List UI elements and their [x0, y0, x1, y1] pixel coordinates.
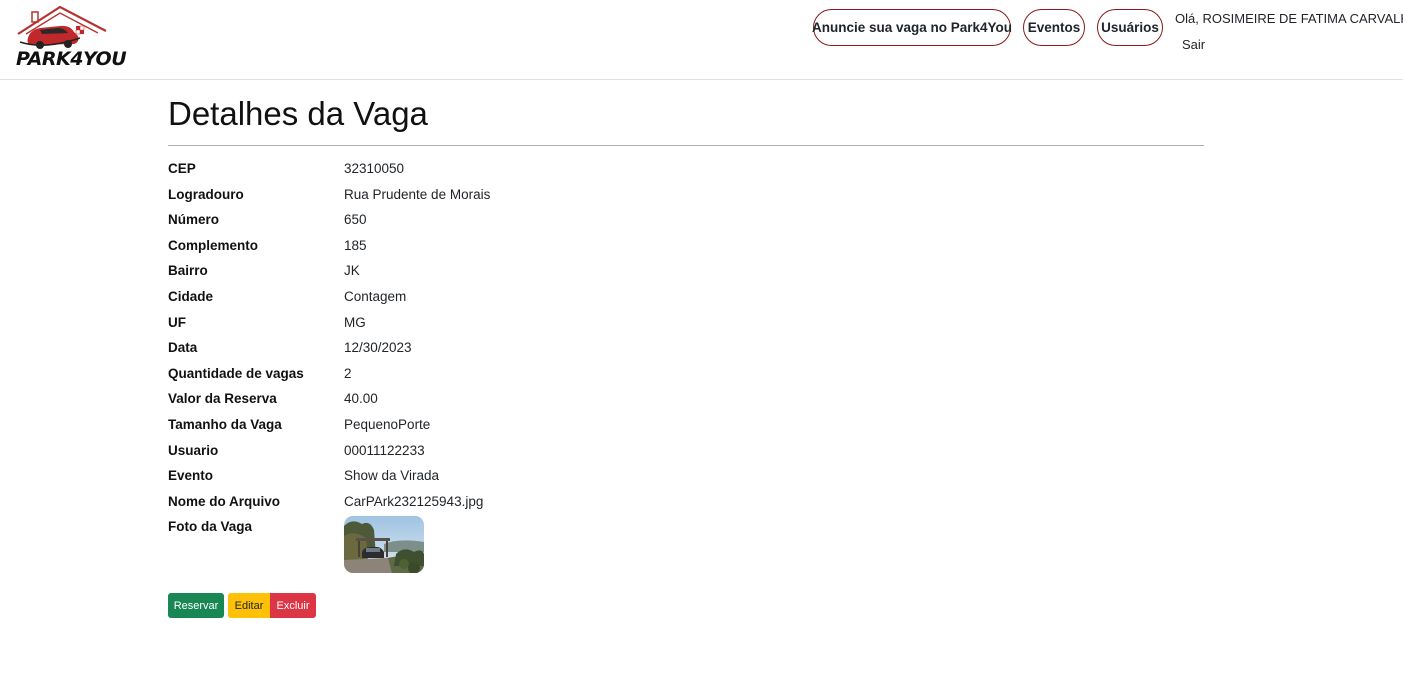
detail-row-evento: Evento Show da Virada [168, 466, 1204, 492]
detail-row-quantidade: Quantidade de vagas 2 [168, 364, 1204, 390]
detail-label: CEP [168, 161, 196, 176]
detail-label: Tamanho da Vaga [168, 416, 282, 432]
detail-value: CarPArk232125943.jpg [344, 493, 484, 509]
detail-value: Show da Virada [344, 468, 440, 484]
parking-photo-image [344, 516, 424, 574]
detail-value: Rua Prudente de Morais [344, 186, 491, 202]
logo-text: PARK4YOU [16, 48, 127, 70]
detail-value: PequenoPorte [344, 416, 431, 432]
detail-row-cidade: Cidade Contagem [168, 287, 1204, 313]
detail-value: 00011122233 [344, 442, 425, 458]
detail-value: 12/30/2023 [344, 340, 412, 356]
detail-value: 40.00 [344, 391, 378, 407]
details-list: CEP 32310050 Logradouro Rua Prudente de … [168, 159, 1204, 587]
main-content: Detalhes da Vaga CEP 32310050 Logradouro… [168, 90, 1204, 587]
park4you-logo[interactable]: PARK4YOU [14, 4, 127, 74]
detail-label: Complemento [168, 237, 259, 253]
logo-house-car-icon [17, 5, 107, 49]
detail-label: Bairro [168, 263, 208, 279]
delete-button[interactable]: Excluir [270, 593, 316, 618]
events-button[interactable]: Eventos [1023, 9, 1085, 46]
detail-label: Logradouro [168, 186, 244, 202]
edit-button[interactable]: Editar [228, 593, 270, 618]
users-button[interactable]: Usuários [1097, 9, 1163, 46]
page-title: Detalhes da Vaga [168, 95, 428, 132]
detail-value: Contagem [344, 288, 407, 304]
detail-value: MG [344, 314, 366, 330]
logout-link[interactable]: Sair [1182, 37, 1205, 52]
reserve-button[interactable]: Reservar [168, 593, 224, 618]
detail-row-tamanho: Tamanho da Vaga PequenoPorte [168, 415, 1204, 441]
detail-label: Nome do Arquivo [168, 493, 281, 509]
detail-label: Foto da Vaga [168, 519, 253, 535]
detail-row-numero: Número 650 [168, 210, 1204, 236]
top-navbar: PARK4YOU Anuncie sua vaga no Park4You Ev… [0, 0, 1403, 80]
detail-row-foto: Foto da Vaga [168, 516, 1204, 587]
detail-value: JK [344, 263, 360, 279]
detail-label: Usuario [168, 442, 219, 458]
detail-row-logradouro: Logradouro Rua Prudente de Morais [168, 185, 1204, 211]
detail-row-uf: UF MG [168, 313, 1204, 339]
detail-value: 185 [344, 237, 367, 253]
detail-row-data: Data 12/30/2023 [168, 338, 1204, 364]
detail-value: 2 [344, 365, 352, 381]
detail-value: 32310050 [344, 161, 405, 176]
detail-row-usuario: Usuario 00011122233 [168, 441, 1204, 467]
user-greeting: Olá, ROSIMEIRE DE FATIMA CARVALHO [1175, 11, 1403, 26]
detail-row-complemento: Complemento 185 [168, 236, 1204, 262]
detail-label: Cidade [168, 288, 214, 304]
detail-label: Data [168, 340, 198, 356]
detail-row-cep: CEP 32310050 [168, 159, 1204, 185]
detail-label: Número [168, 212, 220, 228]
detail-label: Evento [168, 468, 214, 484]
title-divider [168, 145, 1204, 146]
detail-row-bairro: Bairro JK [168, 261, 1204, 287]
detail-label: UF [168, 314, 186, 330]
announce-parking-button[interactable]: Anuncie sua vaga no Park4You [812, 9, 1012, 46]
detail-label: Quantidade de vagas [168, 365, 304, 381]
detail-value: 650 [344, 212, 367, 228]
detail-row-valor: Valor da Reserva 40.00 [168, 389, 1204, 415]
detail-label: Valor da Reserva [168, 391, 277, 407]
detail-row-arquivo: Nome do Arquivo CarPArk232125943.jpg [168, 492, 1204, 518]
parking-photo [344, 516, 424, 574]
